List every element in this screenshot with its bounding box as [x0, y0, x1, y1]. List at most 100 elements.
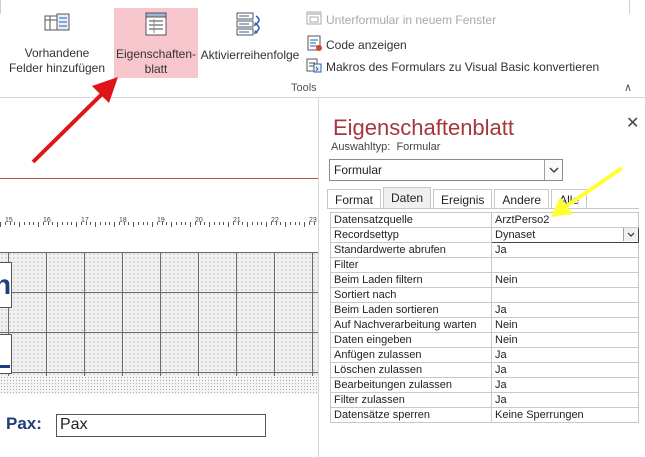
- chevron-down-icon[interactable]: [623, 228, 638, 241]
- pax-label[interactable]: Pax:: [6, 414, 42, 434]
- property-row[interactable]: Datensätze sperren Keine Sperrungen: [330, 407, 639, 423]
- property-value[interactable]: [491, 257, 639, 273]
- ruler-tick: [204, 222, 205, 225]
- property-value[interactable]: Ja: [491, 377, 639, 393]
- property-row[interactable]: Recordsettyp Dynaset: [330, 227, 639, 243]
- tab-ereignis[interactable]: Ereignis: [433, 189, 493, 209]
- property-value[interactable]: Nein: [491, 317, 639, 333]
- property-row[interactable]: Löschen zulassen Ja: [330, 362, 639, 378]
- property-value[interactable]: Nein: [491, 332, 639, 348]
- property-row[interactable]: Beim Laden sortieren Ja: [330, 302, 639, 318]
- ruler-tick: [157, 222, 158, 225]
- ruler-tick: [314, 222, 315, 225]
- property-value[interactable]: Ja: [491, 302, 639, 318]
- tabs-divider: [327, 208, 639, 209]
- ruler-tick: [238, 222, 239, 225]
- code-icon: [306, 35, 322, 54]
- ruler-tick: [299, 222, 300, 225]
- property-row[interactable]: Daten eingeben Nein: [330, 332, 639, 348]
- property-value[interactable]: Ja: [491, 362, 639, 378]
- ruler-number: 15: [5, 217, 13, 224]
- property-value[interactable]: Dynaset: [491, 227, 639, 243]
- close-icon[interactable]: ✕: [626, 113, 639, 133]
- property-row[interactable]: Filter zulassen Ja: [330, 392, 639, 408]
- collapse-ribbon-icon[interactable]: ∧: [624, 81, 632, 94]
- property-name: Standardwerte abrufen: [330, 242, 492, 258]
- ruler-tick: [90, 222, 91, 225]
- existing-fields-button[interactable]: Vorhandene Felder hinzufügen: [8, 10, 106, 84]
- property-value-text: Nein: [495, 318, 518, 331]
- property-value[interactable]: ArztPerso2: [491, 212, 639, 228]
- ruler-tick: [219, 222, 220, 225]
- property-sheet-label-line2: blatt: [144, 62, 168, 76]
- property-value[interactable]: Ja: [491, 392, 639, 408]
- view-code-button[interactable]: Code anzeigen: [306, 35, 407, 54]
- object-selector[interactable]: Formular: [329, 159, 563, 181]
- property-name: Recordsettyp: [330, 227, 492, 243]
- tab-daten[interactable]: Daten: [383, 187, 432, 209]
- property-sheet-panel: Eigenschaftenblatt ✕ Auswahltyp: Formula…: [318, 98, 645, 457]
- property-row[interactable]: Sortiert nach: [330, 287, 639, 303]
- property-name: Bearbeitungen zulassen: [330, 377, 492, 393]
- ruler-tick: [247, 222, 248, 227]
- property-row[interactable]: Anfügen zulassen Ja: [330, 347, 639, 363]
- property-row[interactable]: Standardwerte abrufen Ja: [330, 242, 639, 258]
- view-code-label: Code anzeigen: [326, 37, 407, 52]
- tab-format[interactable]: Format: [327, 189, 382, 209]
- property-value[interactable]: Nein: [491, 272, 639, 288]
- property-value[interactable]: Ja: [491, 347, 639, 363]
- selection-type: Auswahltyp: Formular: [331, 141, 440, 153]
- chevron-down-icon[interactable]: [544, 160, 562, 180]
- ribbon-separator: [0, 0, 1, 14]
- ruler-tick: [271, 222, 272, 225]
- ruler-tick: [38, 222, 39, 227]
- subform-new-window-button[interactable]: Unterformular in neuem Fenster: [306, 11, 496, 28]
- property-value-text: Ja: [495, 378, 507, 391]
- property-value[interactable]: [491, 287, 639, 303]
- add-fields-icon: [8, 10, 106, 40]
- ruler-tick: [128, 222, 129, 225]
- property-row[interactable]: Datensatzquelle ArztPerso2: [330, 212, 639, 228]
- ruler-number: 22: [271, 217, 279, 224]
- tab-alle[interactable]: Alle: [551, 189, 588, 209]
- tab-order-button[interactable]: Aktivierreihenfolge: [200, 10, 300, 80]
- convert-macros-button[interactable]: Makros des Formulars zu Visual Basic kon…: [306, 57, 599, 76]
- property-sheet-icon: [114, 11, 198, 41]
- property-name: Filter zulassen: [330, 392, 492, 408]
- property-value-text: Nein: [495, 273, 518, 286]
- text-control[interactable]: n: [0, 262, 12, 308]
- pax-textbox[interactable]: Pax: [56, 414, 266, 437]
- property-sheet-button[interactable]: Eigenschaften- blatt: [114, 8, 198, 78]
- selection-type-value: Formular: [396, 141, 441, 153]
- ruler-tick: [124, 222, 125, 225]
- ruler-tick: [290, 222, 291, 225]
- ruler-tick: [105, 222, 106, 225]
- property-row[interactable]: Bearbeitungen zulassen Ja: [330, 377, 639, 393]
- ruler-tick: [24, 222, 25, 225]
- ruler-tick: [181, 222, 182, 225]
- property-name: Beim Laden filtern: [330, 272, 492, 288]
- property-grid: Datensatzquelle ArztPerso2 Recordsettyp Dyn…: [330, 212, 639, 423]
- property-value[interactable]: Ja: [491, 242, 639, 258]
- property-value-text: Ja: [495, 393, 507, 406]
- property-value[interactable]: Keine Sperrungen: [491, 407, 639, 423]
- tab-order-label: Aktivierreihenfolge: [200, 48, 300, 62]
- ruler-tick: [209, 222, 210, 227]
- property-value-text: Dynaset: [495, 228, 536, 241]
- detail-grid[interactable]: [0, 252, 318, 376]
- ruler-tick: [10, 222, 11, 225]
- property-row[interactable]: Auf Nachverarbeitung warten Nein: [330, 317, 639, 333]
- property-value-text: Ja: [495, 303, 507, 316]
- ribbon-group-label: Tools: [291, 82, 317, 94]
- convert-macros-icon: [306, 57, 322, 76]
- horizontal-ruler: 15 16 17 18 19 20 21 22 23: [0, 214, 318, 230]
- property-row[interactable]: Filter: [330, 257, 639, 273]
- tab-andere[interactable]: Andere: [494, 189, 550, 209]
- text-control[interactable]: [0, 334, 12, 374]
- ruler-tick: [33, 222, 34, 225]
- ruler-tick: [252, 222, 253, 225]
- partial-label-text: n: [0, 269, 12, 300]
- property-name: Filter: [330, 257, 492, 273]
- ruler-number: 21: [233, 217, 241, 224]
- property-row[interactable]: Beim Laden filtern Nein: [330, 272, 639, 288]
